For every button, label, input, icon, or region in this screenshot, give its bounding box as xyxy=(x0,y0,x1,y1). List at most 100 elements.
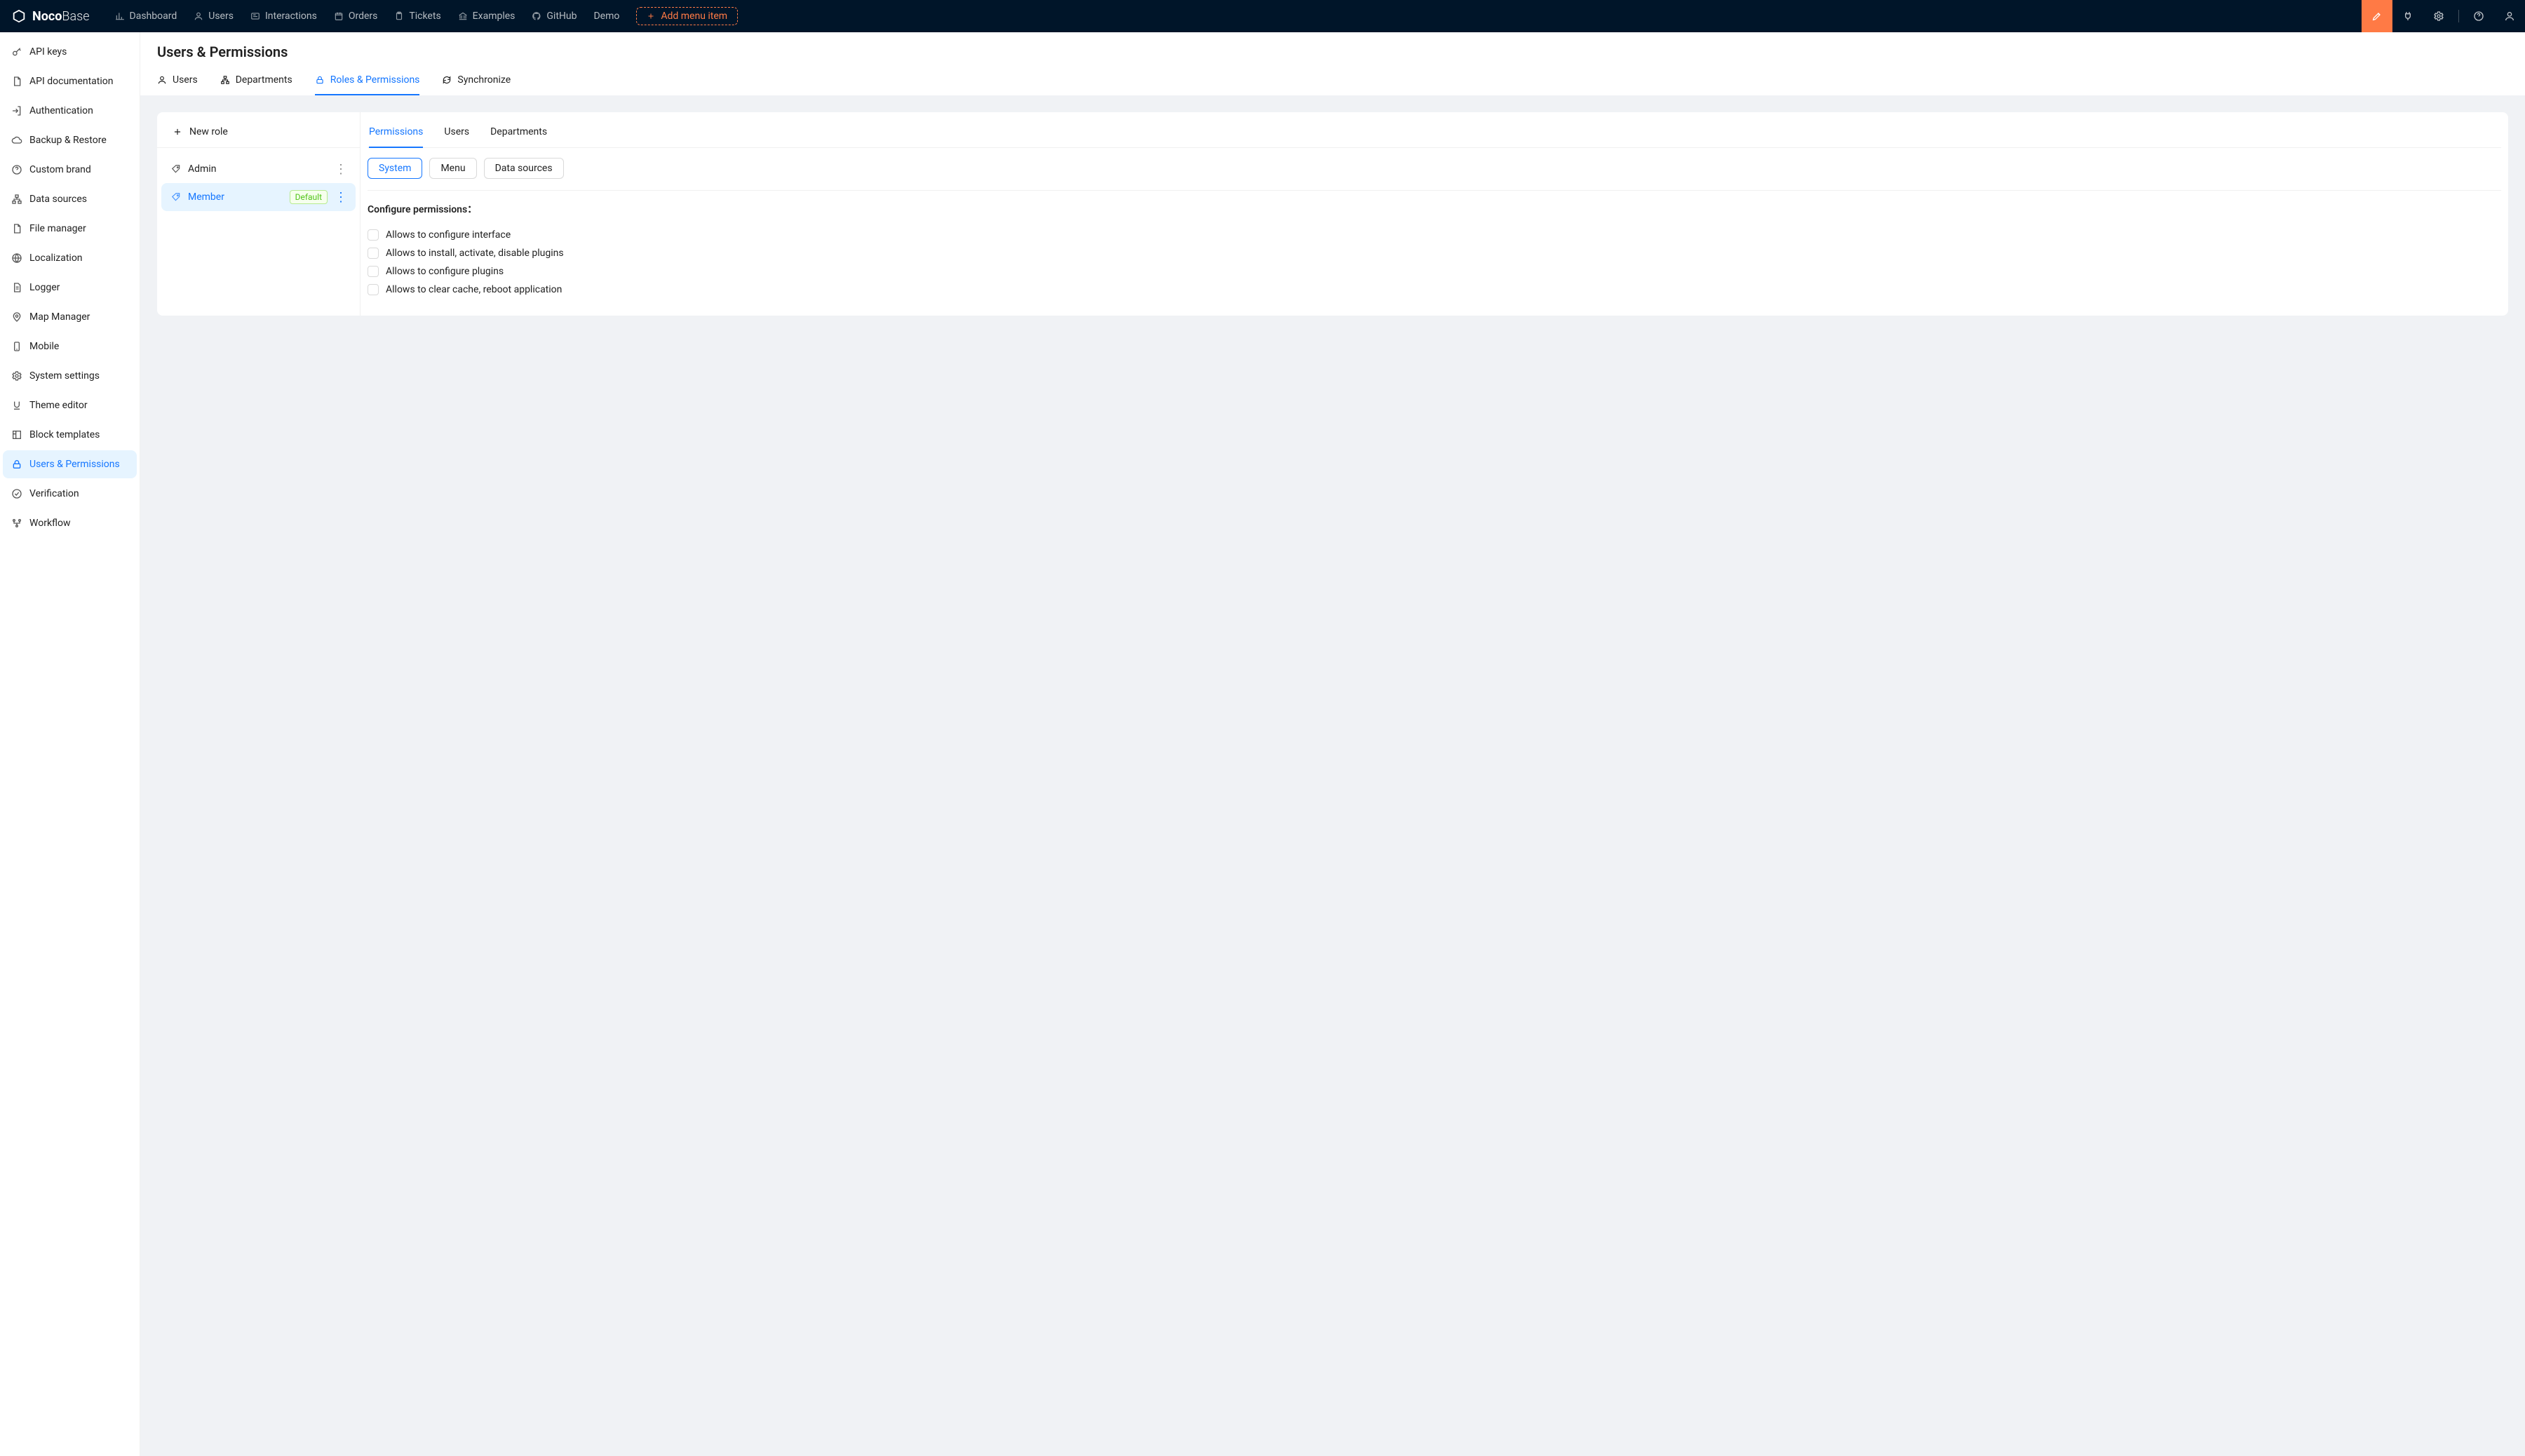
seg-tab-system[interactable]: System xyxy=(368,158,422,179)
nav-demo[interactable]: Demo xyxy=(585,0,628,32)
detail-tab-permissions[interactable]: Permissions xyxy=(369,118,423,148)
nav-interactions[interactable]: Interactions xyxy=(242,0,325,32)
design-mode-button[interactable] xyxy=(2362,0,2392,32)
plus-icon xyxy=(647,12,655,20)
permission-row: Allows to clear cache, reboot applicatio… xyxy=(368,281,2501,299)
sidebar-item-theme-editor[interactable]: Theme editor xyxy=(3,391,137,419)
calendar-icon xyxy=(334,11,344,21)
nav-users[interactable]: Users xyxy=(185,0,242,32)
role-more-icon[interactable]: ⋮ xyxy=(335,190,346,205)
chat-icon xyxy=(250,11,260,21)
sidebar-item-authentication[interactable]: Authentication xyxy=(3,97,137,125)
plug-icon xyxy=(2402,11,2413,22)
permission-checkbox-clear-cache[interactable] xyxy=(368,284,379,295)
sidebar-item-api-docs[interactable]: API documentation xyxy=(3,67,137,95)
sidebar-item-verification[interactable]: Verification xyxy=(3,480,137,508)
new-role-button[interactable]: New role xyxy=(157,119,360,148)
main-content: Users & Permissions Users Departments Ro… xyxy=(140,32,2525,1456)
clipboard-icon xyxy=(394,11,404,21)
brand-logo[interactable]: NocoBase xyxy=(11,8,90,24)
tab-departments[interactable]: Departments xyxy=(220,67,292,95)
bar-chart-icon xyxy=(115,11,125,21)
permissions-heading: Configure permissions： xyxy=(368,202,2501,216)
sidebar-item-logger[interactable]: Logger xyxy=(3,274,137,302)
nav-label: Demo xyxy=(593,11,619,22)
nav-label: Examples xyxy=(473,11,516,22)
role-detail-panel: Permissions Users Departments System Men… xyxy=(361,112,2508,316)
file-icon xyxy=(11,76,22,87)
nav-orders[interactable]: Orders xyxy=(325,0,386,32)
nav-label: Tickets xyxy=(409,11,440,22)
sidebar-item-label: Mobile xyxy=(29,341,59,352)
sidebar-item-mobile[interactable]: Mobile xyxy=(3,332,137,360)
gear-icon xyxy=(11,370,22,382)
sidebar-item-label: Users & Permissions xyxy=(29,459,120,470)
nav-label: Interactions xyxy=(265,11,317,22)
permission-row: Allows to configure plugins xyxy=(368,262,2501,281)
tab-label: System xyxy=(379,163,411,174)
nav-dashboard[interactable]: Dashboard xyxy=(107,0,186,32)
sidebar-item-label: Authentication xyxy=(29,105,93,116)
sidebar-item-label: System settings xyxy=(29,370,100,382)
sidebar-item-file-manager[interactable]: File manager xyxy=(3,215,137,243)
role-list-panel: New role Admin ⋮ Member Default ⋮ xyxy=(157,112,361,316)
seg-tab-data-sources[interactable]: Data sources xyxy=(484,158,564,179)
nav-tickets[interactable]: Tickets xyxy=(386,0,449,32)
sidebar-item-system-settings[interactable]: System settings xyxy=(3,362,137,390)
tab-label: Permissions xyxy=(369,126,423,137)
settings-button[interactable] xyxy=(2423,0,2454,32)
permission-checkbox-configure-interface[interactable] xyxy=(368,229,379,241)
sidebar-item-label: Workflow xyxy=(29,518,71,529)
sidebar-item-backup[interactable]: Backup & Restore xyxy=(3,126,137,154)
role-name: Admin xyxy=(188,163,328,175)
default-badge: Default xyxy=(290,190,328,204)
tab-users[interactable]: Users xyxy=(157,67,198,95)
new-role-label: New role xyxy=(189,126,228,137)
plugin-manager-button[interactable] xyxy=(2392,0,2423,32)
role-item-admin[interactable]: Admin ⋮ xyxy=(161,155,356,183)
permission-label: Allows to configure plugins xyxy=(386,266,504,277)
permission-checkbox-install-plugins[interactable] xyxy=(368,248,379,259)
page-header: Users & Permissions Users Departments Ro… xyxy=(140,32,2525,95)
permission-scope-tabs: System Menu Data sources xyxy=(368,148,2501,191)
tag-icon xyxy=(171,164,181,174)
tab-label: Departments xyxy=(236,74,292,86)
sidebar-item-api-keys[interactable]: API keys xyxy=(3,38,137,66)
sidebar-item-users-permissions[interactable]: Users & Permissions xyxy=(3,450,137,478)
tab-synchronize[interactable]: Synchronize xyxy=(442,67,511,95)
user-menu-button[interactable] xyxy=(2494,0,2525,32)
layout-icon xyxy=(11,429,22,440)
detail-tab-departments[interactable]: Departments xyxy=(490,118,547,148)
role-item-member[interactable]: Member Default ⋮ xyxy=(161,183,356,211)
nav-label: Dashboard xyxy=(130,11,177,22)
tab-label: Menu xyxy=(440,163,465,174)
sidebar-item-custom-brand[interactable]: Custom brand xyxy=(3,156,137,184)
user-icon xyxy=(2504,11,2515,22)
nav-examples[interactable]: Examples xyxy=(450,0,524,32)
bank-icon xyxy=(458,11,468,21)
permission-label: Allows to install, activate, disable plu… xyxy=(386,248,564,259)
nav-github[interactable]: GitHub xyxy=(523,0,585,32)
sidebar-item-block-templates[interactable]: Block templates xyxy=(3,421,137,449)
nav-label: Users xyxy=(208,11,234,22)
sidebar-item-label: Logger xyxy=(29,282,60,293)
sidebar-item-label: Backup & Restore xyxy=(29,135,107,146)
help-button[interactable] xyxy=(2463,0,2494,32)
key-icon xyxy=(11,46,22,58)
sidebar-item-localization[interactable]: Localization xyxy=(3,244,137,272)
sidebar-item-data-sources[interactable]: Data sources xyxy=(3,185,137,213)
cluster-icon xyxy=(11,194,22,205)
add-menu-item-button[interactable]: Add menu item xyxy=(636,7,738,25)
tag-icon xyxy=(171,192,181,202)
tab-roles-permissions[interactable]: Roles & Permissions xyxy=(315,67,420,95)
globe-icon xyxy=(11,252,22,264)
lock-icon xyxy=(315,75,325,85)
tab-label: Users xyxy=(444,126,469,137)
tab-label: Data sources xyxy=(495,163,553,174)
role-more-icon[interactable]: ⋮ xyxy=(335,162,346,177)
detail-tab-users[interactable]: Users xyxy=(444,118,469,148)
sidebar-item-map-manager[interactable]: Map Manager xyxy=(3,303,137,331)
sidebar-item-workflow[interactable]: Workflow xyxy=(3,509,137,537)
permission-checkbox-configure-plugins[interactable] xyxy=(368,266,379,277)
seg-tab-menu[interactable]: Menu xyxy=(429,158,476,179)
